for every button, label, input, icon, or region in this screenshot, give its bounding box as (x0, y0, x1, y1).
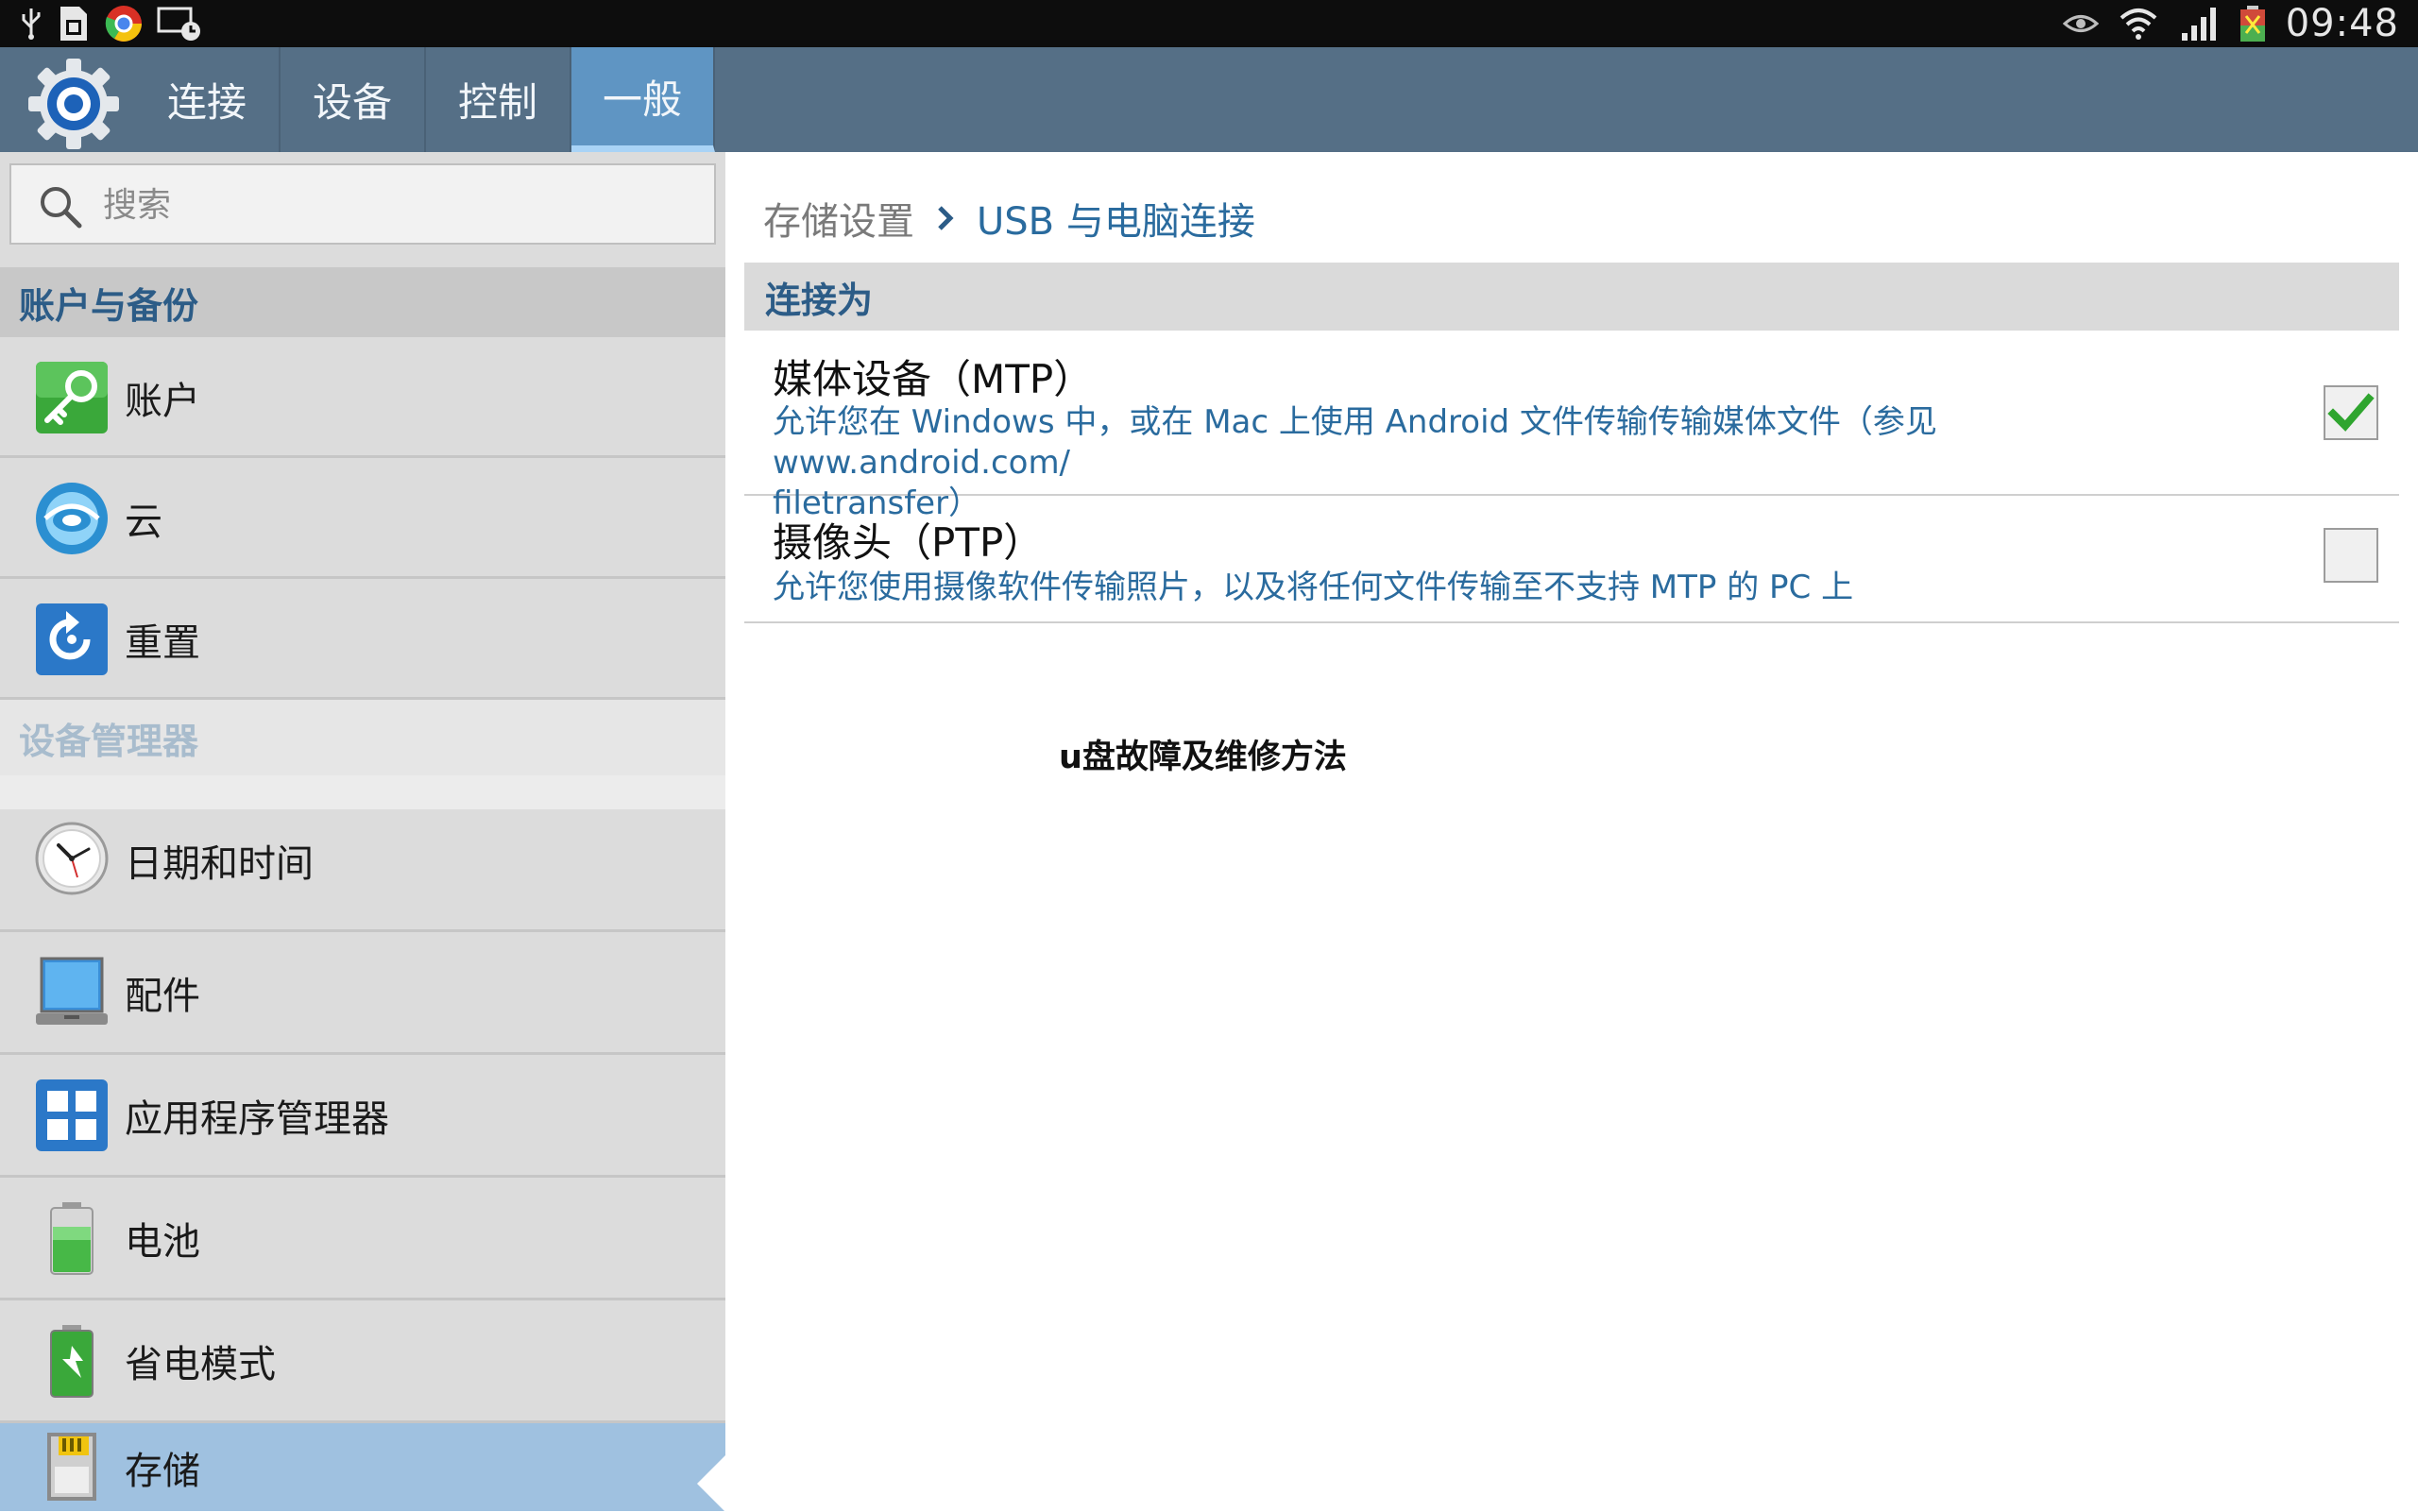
sidebar-item-label: 省电模式 (125, 1343, 276, 1386)
wifi-icon (2120, 8, 2157, 40)
status-bar: 09:48 (0, 0, 2418, 47)
clock-icon (35, 822, 109, 895)
key-icon (36, 362, 108, 433)
status-time: 09:48 (2285, 2, 2399, 45)
sidebar-item-label: 日期和时间 (125, 842, 314, 886)
tab-device[interactable]: 设备 (281, 47, 426, 152)
section-header-connect-as: 连接为 (744, 263, 2399, 331)
sidebar: 账户与备份 账户 云 重置 设备管理器 (0, 152, 725, 1512)
tab-controls[interactable]: 控制 (426, 47, 571, 152)
content-pane: 存储设置 USB 与电脑连接 连接为 媒体设备（MTP） 允许您在 Window… (725, 152, 2418, 1511)
search-input[interactable] (101, 165, 690, 245)
search-box[interactable] (9, 163, 716, 245)
sidebar-item-accessories[interactable]: 配件 (0, 932, 725, 1055)
signal-icon (2181, 8, 2216, 41)
option-ptp[interactable]: 摄像头（PTP） 允许您使用摄像软件传输照片，以及将任何文件传输至不支持 MTP… (744, 496, 2399, 623)
sidebar-item-reset[interactable]: 重置 (0, 579, 725, 700)
selection-indicator (697, 1455, 725, 1512)
sidebar-item-label: 配件 (125, 975, 200, 1018)
sidebar-item-label: 云 (125, 501, 162, 544)
battery-icon (2239, 6, 2265, 42)
mtp-checkbox[interactable] (2324, 385, 2378, 440)
breadcrumb: 存储设置 USB 与电脑连接 (763, 190, 1255, 246)
chevron-right-icon (938, 206, 954, 230)
storage-icon (47, 1433, 96, 1501)
accessory-icon (36, 957, 108, 1025)
option-mtp[interactable]: 媒体设备（MTP） 允许您在 Windows 中，或在 Mac 上使用 Andr… (744, 331, 2399, 522)
reset-icon (36, 603, 108, 675)
sidebar-item-date-time[interactable]: 日期和时间 (0, 809, 725, 932)
option-description: 允许您使用摄像软件传输照片，以及将任何文件传输至不支持 MTP 的 PC 上 (773, 569, 1854, 606)
usb-icon (22, 8, 41, 40)
section-header-accounts: 账户与备份 (0, 267, 725, 337)
option-title: 摄像头（PTP） (773, 519, 1044, 566)
sidebar-item-power-saving[interactable]: 省电模式 (0, 1300, 725, 1423)
sidebar-item-cloud[interactable]: 云 (0, 458, 725, 579)
sidebar-item-label: 存储 (125, 1449, 200, 1493)
tab-general[interactable]: 一般 (571, 47, 715, 152)
sidebar-item-application-manager[interactable]: 应用程序管理器 (0, 1055, 725, 1178)
ptp-checkbox[interactable] (2324, 528, 2378, 583)
cloud-icon (36, 483, 108, 554)
checkmark-icon (2327, 393, 2375, 432)
sidebar-item-storage[interactable]: 存储 (0, 1423, 725, 1512)
gear-icon[interactable] (25, 55, 123, 153)
tab-connections[interactable]: 连接 (135, 47, 281, 152)
sidebar-item-label: 电池 (125, 1220, 200, 1264)
sim-icon (60, 7, 87, 41)
watermark-text: u盘故障及维修方法 (1059, 739, 1347, 776)
section-header-device-manager: 设备管理器 (0, 700, 725, 775)
sidebar-item-label: 应用程序管理器 (125, 1097, 389, 1141)
sidebar-item-label: 账户 (125, 380, 200, 423)
sidebar-item-label: 重置 (125, 621, 200, 665)
breadcrumb-current: USB 与电脑连接 (977, 200, 1255, 244)
breadcrumb-parent[interactable]: 存储设置 (763, 191, 914, 246)
battery-icon (50, 1202, 94, 1275)
action-bar: 连接 设备 控制 一般 (0, 47, 2418, 152)
eye-icon (2062, 15, 2099, 32)
search-icon (41, 187, 82, 229)
power-saving-icon (50, 1325, 94, 1398)
section-divider (0, 775, 725, 809)
chrome-icon (105, 6, 142, 42)
option-title: 媒体设备（MTP） (773, 356, 1094, 402)
sidebar-item-accounts[interactable]: 账户 (0, 337, 725, 458)
apps-icon (36, 1079, 108, 1151)
screenshot-icon (157, 7, 200, 41)
sidebar-item-battery[interactable]: 电池 (0, 1178, 725, 1300)
